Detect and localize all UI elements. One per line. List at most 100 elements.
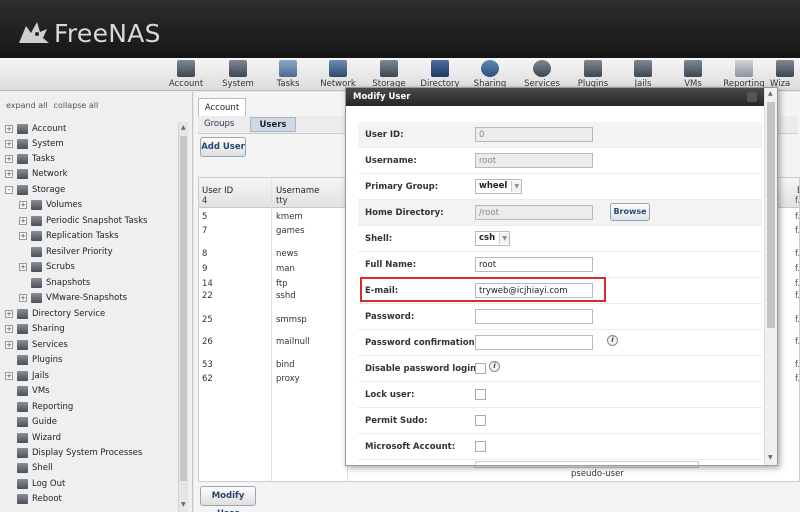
add-user-button[interactable]: Add User — [200, 137, 246, 157]
tree-item-storage[interactable]: - Storage — [5, 182, 65, 197]
modify-user-button[interactable]: Modify User — [200, 486, 256, 512]
toolbar-account[interactable]: Account — [160, 60, 212, 89]
tree-item-guide[interactable]: Guide — [5, 414, 57, 429]
user-id-field[interactable] — [475, 127, 593, 142]
toolbar-tasks[interactable]: Tasks — [262, 60, 314, 89]
toolbar-jails[interactable]: Jails — [617, 60, 669, 89]
tab-account[interactable]: Account — [198, 98, 246, 116]
tree-item-log-out[interactable]: Log Out — [5, 476, 65, 491]
tree-expander-icon[interactable]: + — [5, 340, 13, 349]
tree-expander-icon[interactable]: + — [19, 200, 27, 209]
tree-item-snapshots[interactable]: Snapshots — [19, 275, 90, 290]
form-row-primary-group: Primary Group: wheel ▼ — [358, 174, 762, 200]
disable-password-login-checkbox[interactable] — [475, 363, 486, 374]
username-cell: kmem — [276, 212, 303, 222]
tree-item-sharing[interactable]: + Sharing — [5, 321, 65, 336]
tree-item-resilver-priority[interactable]: Resilver Priority — [19, 244, 113, 259]
tree-node-icon — [31, 230, 42, 241]
tree-expander-icon[interactable]: + — [5, 154, 13, 163]
toolbar-vms[interactable]: VMs — [667, 60, 719, 89]
info-icon[interactable]: i — [607, 335, 618, 346]
tree-item-reporting[interactable]: Reporting — [5, 399, 73, 414]
toolbar-wizard[interactable]: Wiza — [770, 60, 800, 89]
tree-expander-icon[interactable]: + — [5, 371, 13, 380]
password-field[interactable] — [475, 309, 593, 324]
tree-node-icon — [31, 246, 42, 257]
tree-item-services[interactable]: + Services — [5, 337, 68, 352]
tree-node-icon — [17, 447, 28, 458]
subtab-groups[interactable]: Groups — [204, 119, 234, 129]
toolbar-plugins[interactable]: Plugins — [567, 60, 619, 89]
password-confirmation-field[interactable] — [475, 335, 593, 350]
expand-all-link[interactable]: expand all — [6, 101, 48, 110]
tree-item-periodic-snapshot-tasks[interactable]: + Periodic Snapshot Tasks — [19, 213, 147, 228]
tree-expander-icon[interactable]: + — [19, 231, 27, 240]
tree-item-label: Reboot — [32, 493, 62, 504]
form-row-disable-password-login: Disable password login: i — [358, 356, 762, 382]
lock-user-checkbox[interactable] — [475, 389, 486, 400]
tree-expander-icon[interactable]: + — [19, 293, 27, 302]
tree-item-reboot[interactable]: Reboot — [5, 491, 62, 506]
home-directory-field[interactable] — [475, 205, 593, 220]
user-id-cell: 8 — [202, 249, 208, 259]
tree-item-directory-service[interactable]: + Directory Service — [5, 306, 105, 321]
toolbar-system[interactable]: System — [212, 60, 264, 89]
column-header-user-id[interactable]: User ID — [202, 186, 233, 196]
tree-expander-icon[interactable]: + — [5, 124, 13, 133]
dialog-scrollbar[interactable]: ▲ ▼ — [764, 88, 777, 465]
user-id-cell: 62 — [202, 374, 213, 384]
scroll-down-arrow-icon[interactable]: ▼ — [768, 454, 773, 461]
toolbar-storage[interactable]: Storage — [363, 60, 415, 89]
tree-item-shell[interactable]: Shell — [5, 460, 53, 475]
scroll-up-arrow-icon[interactable]: ▲ — [181, 124, 186, 131]
scroll-up-arrow-icon[interactable]: ▲ — [768, 90, 773, 97]
tree-expander-icon[interactable]: - — [5, 185, 13, 194]
disable-password-login-label: Disable password login: — [365, 364, 480, 374]
tree-expander-icon[interactable]: + — [19, 262, 27, 271]
form-row-full-name: Full Name: — [358, 252, 762, 278]
toolbar-reporting[interactable]: Reporting — [718, 60, 770, 89]
form-row-microsoft-account: Microsoft Account: — [358, 434, 762, 460]
tree-scrollbar[interactable]: ▲ ▼ — [178, 122, 188, 512]
toolbar-directory[interactable]: Directory — [414, 60, 466, 89]
tree-item-plugins[interactable]: Plugins — [5, 352, 62, 367]
tree-scroll-thumb[interactable] — [180, 136, 187, 481]
tree-item-system[interactable]: + System — [5, 136, 64, 151]
collapse-all-link[interactable]: collapse all — [54, 101, 99, 110]
partial-textarea[interactable] — [475, 461, 699, 465]
toolbar-sharing[interactable]: Sharing — [464, 60, 516, 89]
tree-item-network[interactable]: + Network — [5, 166, 68, 181]
truncated-cell: f. — [795, 291, 800, 301]
tree-item-account[interactable]: + Account — [5, 121, 66, 136]
full-name-field[interactable] — [475, 257, 593, 272]
tree-item-vms[interactable]: VMs — [5, 383, 50, 398]
username-field[interactable] — [475, 153, 593, 168]
close-icon[interactable] — [747, 92, 757, 102]
permit-sudo-checkbox[interactable] — [475, 415, 486, 426]
shell-select[interactable]: csh ▼ — [475, 231, 511, 246]
tree-item-volumes[interactable]: + Volumes — [19, 197, 82, 212]
toolbar-services[interactable]: Services — [516, 60, 568, 89]
toolbar-network[interactable]: Network — [312, 60, 364, 89]
info-icon[interactable]: i — [489, 361, 500, 372]
tree-item-jails[interactable]: + Jails — [5, 368, 49, 383]
tree-item-replication-tasks[interactable]: + Replication Tasks — [19, 228, 119, 243]
dialog-scroll-thumb[interactable] — [767, 102, 775, 328]
browse-button[interactable]: Browse — [610, 203, 650, 221]
tree-expander-icon[interactable]: + — [19, 216, 27, 225]
tree-item-wizard[interactable]: Wizard — [5, 430, 61, 445]
tree-item-display-system-processes[interactable]: Display System Processes — [5, 445, 142, 460]
column-header-username[interactable]: Username — [276, 186, 319, 196]
tree-expander-icon[interactable]: + — [5, 309, 13, 318]
tree-expander-icon[interactable]: + — [5, 169, 13, 178]
microsoft-account-label: Microsoft Account: — [365, 442, 456, 452]
subtab-users[interactable]: Users — [250, 117, 296, 132]
tree-item-scrubs[interactable]: + Scrubs — [19, 259, 75, 274]
scroll-down-arrow-icon[interactable]: ▼ — [181, 501, 186, 508]
tree-expander-icon[interactable]: + — [5, 139, 13, 148]
tree-item-tasks[interactable]: + Tasks — [5, 151, 55, 166]
tree-item-vmware-snapshots[interactable]: + VMware-Snapshots — [19, 290, 127, 305]
primary-group-select[interactable]: wheel ▼ — [475, 179, 523, 194]
microsoft-account-checkbox[interactable] — [475, 441, 486, 452]
tree-expander-icon[interactable]: + — [5, 324, 13, 333]
